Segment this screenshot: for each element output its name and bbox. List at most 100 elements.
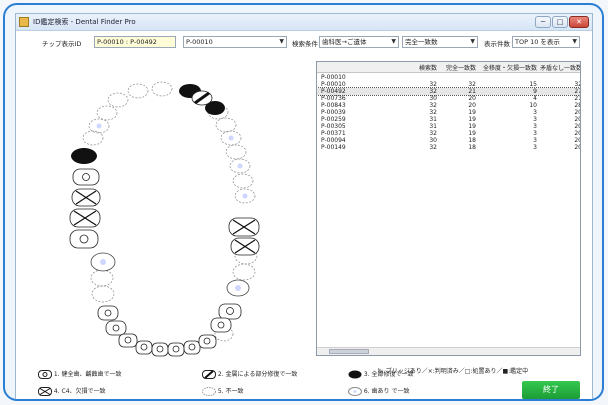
results-header: 検索数 完全一致数 全移度・欠損一致数 矛盾なし一致数 (317, 62, 580, 73)
table-row[interactable]: P-00843 32 20 10 28 (317, 102, 580, 109)
table-cell: 20 (574, 130, 580, 137)
tooth-slot[interactable] (232, 173, 254, 189)
legend-item-1: 1. 健全歯、齲蝕歯で一致 (38, 369, 122, 379)
healthy-tooth-ring (124, 336, 132, 344)
table-cell: 31 (429, 123, 437, 130)
close-button[interactable]: ✕ (569, 16, 589, 28)
table-cell: 32 (429, 102, 437, 109)
col-exact-match[interactable]: 完全一致数 (438, 63, 476, 72)
condition-select-2[interactable]: 完全一致数 ▼ (402, 36, 478, 48)
table-row[interactable]: P-00305 31 19 3 20 (317, 123, 580, 130)
table-cell: 15 (529, 81, 537, 88)
table-cell: 30 (429, 95, 437, 102)
tooth-slot[interactable] (225, 144, 247, 160)
id-select[interactable]: P-00010 ▼ (183, 36, 287, 48)
display-count-select[interactable]: TOP 10 を表示 ▼ (512, 36, 580, 48)
maximize-button[interactable]: □ (552, 16, 568, 28)
tooth-slot[interactable] (107, 92, 129, 108)
table-cell: 32 (429, 109, 437, 116)
condition-select-1[interactable]: 歯科医→ご遺体 ▼ (319, 36, 399, 48)
table-cell: P-00259 (321, 116, 346, 123)
legend-item-4: 4. C4、欠損で一致 (38, 386, 106, 396)
minimize-button[interactable]: ─ (535, 16, 551, 28)
legend-label: 6. 歯あり で一致 (363, 388, 410, 395)
legend-item-6: 6. 歯あり で一致 (348, 386, 409, 396)
chip-id-field[interactable]: P-00010 : P-00492 (94, 36, 176, 48)
healthy-tooth-icon (38, 370, 52, 379)
tooth-slot[interactable] (90, 269, 114, 287)
tooth-slot[interactable] (151, 81, 173, 97)
table-cell: P-00843 (321, 102, 346, 109)
table-row[interactable]: P-00149 32 18 3 20 (317, 144, 580, 151)
table-row[interactable]: P-00371 32 19 3 20 (317, 130, 580, 137)
healthy-tooth-ring (188, 343, 196, 351)
legend-label: 3. 全部修復で一致 (363, 371, 414, 378)
table-cell: 10 (529, 102, 537, 109)
toolbar: チップ表示ID P-00010 : P-00492 P-00010 ▼ 検索条件… (16, 36, 592, 50)
table-cell: 32 (468, 81, 476, 88)
table-cell: 31 (429, 116, 437, 123)
partial-metal-icon (202, 370, 216, 379)
full-restoration-tooth[interactable] (71, 148, 97, 164)
condition-select-2-value: 完全一致数 (405, 38, 438, 46)
end-button[interactable]: 終了 (522, 381, 580, 399)
table-cell: 3 (533, 130, 537, 137)
table-row[interactable]: P-00736 30 20 4 21 (317, 95, 580, 102)
scrollbar-thumb[interactable] (329, 349, 369, 354)
col-missing-match[interactable]: 全移度・欠損一致数 (477, 63, 537, 72)
chevron-down-icon: ▼ (391, 38, 396, 45)
horizontal-scrollbar[interactable] (317, 347, 580, 355)
table-cell: 32 (429, 88, 437, 95)
tooth-slot[interactable] (96, 105, 118, 121)
table-row[interactable]: P-00010 (317, 74, 580, 81)
search-condition-label: 検索条件 (292, 40, 318, 48)
table-cell: 27 (574, 88, 580, 95)
table-cell: 18 (468, 137, 476, 144)
table-row[interactable]: P-00259 31 19 3 20 (317, 116, 580, 123)
table-cell: 9 (533, 88, 537, 95)
table-cell: P-00736 (321, 95, 346, 102)
table-cell: 3 (533, 116, 537, 123)
table-cell: 3 (533, 109, 537, 116)
table-cell: 32 (574, 81, 580, 88)
healthy-tooth-ring (217, 321, 225, 329)
tooth-present-icon (348, 387, 362, 396)
legend-label: 1. 健全歯、齲蝕歯で一致 (53, 371, 122, 378)
legend-item-5: 5. 不一致 (202, 386, 244, 396)
table-cell: 21 (574, 95, 580, 102)
table-row[interactable]: P-00492 32 21 9 27 (317, 87, 580, 96)
tooth-slot[interactable] (215, 117, 237, 133)
table-row[interactable]: P-00094 30 18 3 20 (317, 137, 580, 144)
table-row[interactable]: P-00010 32 32 15 32 (317, 81, 580, 88)
table-cell: P-00305 (321, 123, 346, 130)
table-cell: P-00149 (321, 144, 346, 151)
tooth-slot[interactable] (232, 263, 256, 281)
table-cell: 3 (533, 144, 537, 151)
table-cell: 20 (574, 109, 580, 116)
col-consistent-match[interactable]: 矛盾なし一致数 (538, 63, 580, 72)
legend-label: 5. 不一致 (217, 388, 244, 395)
tooth-slot[interactable] (127, 83, 149, 99)
results-table[interactable]: 検索数 完全一致数 全移度・欠損一致数 矛盾なし一致数 P-00010 P-000… (316, 61, 581, 356)
dental-chart-svg (69, 81, 260, 357)
chevron-down-icon: ▼ (279, 38, 284, 45)
healthy-tooth-ring (104, 309, 112, 317)
table-row[interactable]: P-00039 32 19 3 20 (317, 109, 580, 116)
tooth-slot[interactable] (91, 285, 115, 303)
outer-frame: ID鑑定検索 - Dental Finder Pro ─ □ ✕ チップ表示ID… (3, 3, 604, 401)
id-select-value: P-00010 (186, 38, 213, 46)
table-cell: P-00094 (321, 137, 346, 144)
table-cell: P-00010 (321, 74, 346, 81)
healthy-tooth-ring (203, 337, 211, 345)
table-cell: 20 (574, 116, 580, 123)
table-cell: 20 (574, 144, 580, 151)
table-cell: 20 (574, 137, 580, 144)
legend-item-3: 3. 全部修復で一致 (348, 369, 414, 379)
healthy-tooth-ring (172, 345, 180, 353)
app-icon (19, 17, 29, 27)
col-search-count[interactable]: 検索数 (409, 63, 437, 72)
legend-item-2: 2. 金属による部分修復で一致 (202, 369, 297, 379)
table-cell: 21 (468, 88, 476, 95)
table-cell: 32 (429, 81, 437, 88)
table-cell: 20 (468, 95, 476, 102)
